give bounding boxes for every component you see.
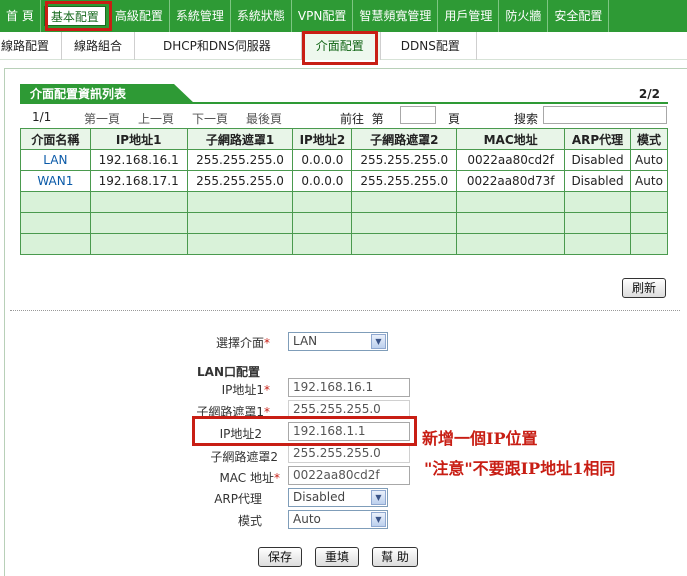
nav-advanced-config[interactable]: 高級配置 — [109, 0, 170, 32]
table-row-empty — [20, 191, 669, 213]
table-header: 介面配置資訊列表 2/2 — [20, 84, 668, 104]
select-interface-label: 選擇介面* — [215, 336, 270, 350]
top-nav: 首 頁 基本配置 高級配置 系統管理 系統狀態 VPN配置 智慧頻寬管理 用戶管… — [0, 0, 687, 32]
search-label: 搜索 — [514, 112, 539, 126]
subnav-line-group[interactable]: 線路組合 — [62, 32, 136, 60]
cell-mode: Auto — [629, 149, 669, 171]
mask1-input[interactable]: 255.255.255.0 — [288, 400, 410, 419]
subnav-ddns-config[interactable]: DDNS配置 — [381, 32, 477, 60]
cell-arp: Disabled — [564, 149, 631, 171]
mask2-label: 子網路遮罩2 — [210, 450, 278, 464]
mac-input[interactable]: 0022aa80cd2f — [288, 466, 410, 485]
subnav-dhcp-dns[interactable]: DHCP和DNS伺服器 — [135, 32, 302, 60]
annotation-warning: "注意"不要跟IP地址1相同 — [424, 459, 616, 478]
annotation-add-ip: 新增一個IP位置 — [422, 429, 538, 448]
col-mask1: 子網路遮罩1 — [186, 128, 294, 150]
search-input[interactable] — [543, 106, 667, 124]
nav-vpn-config[interactable]: VPN配置 — [292, 0, 354, 32]
nav-user-management[interactable]: 用戶管理 — [438, 0, 500, 32]
cell-ip2: 0.0.0.0 — [292, 149, 353, 171]
nav-basic-config[interactable]: 基本配置 — [43, 6, 106, 26]
col-mac: MAC地址 — [456, 128, 566, 150]
col-ip1: IP地址1 — [89, 128, 188, 150]
pager-next[interactable]: 下一頁 — [192, 110, 228, 127]
arp-label: ARP代理 — [214, 492, 262, 506]
col-ip2: IP地址2 — [292, 128, 353, 150]
chevron-down-icon: ▼ — [371, 490, 386, 505]
col-interface-name: 介面名稱 — [20, 128, 91, 150]
nav-firewall[interactable]: 防火牆 — [499, 0, 549, 32]
cell-interface-name[interactable]: WAN1 — [20, 170, 91, 192]
cell-interface-name[interactable]: LAN — [20, 149, 91, 171]
pager-goto-label: 前往 第 — [340, 112, 384, 126]
divider — [10, 310, 680, 311]
refresh-button[interactable]: 刷新 — [622, 278, 666, 298]
cell-mask1: 255.255.255.0 — [186, 170, 294, 192]
goto-page-input[interactable] — [400, 106, 436, 124]
table-row[interactable]: WAN1 192.168.17.1 255.255.255.0 0.0.0.0 … — [20, 170, 669, 192]
select-interface-dropdown[interactable]: LAN ▼ — [288, 332, 388, 351]
cell-mask1: 255.255.255.0 — [186, 149, 294, 171]
nav-system-management[interactable]: 系統管理 — [170, 0, 231, 32]
nav-system-status[interactable]: 系統狀態 — [231, 0, 292, 32]
pager: 1/1 第一頁 上一頁 下一頁 最後頁 前往 第 頁 搜索 — [20, 106, 668, 128]
nav-home[interactable]: 首 頁 — [0, 0, 41, 32]
mask1-label: 子網路遮罩1* — [196, 405, 270, 419]
save-button[interactable]: 保存 — [258, 547, 302, 567]
cell-mac: 0022aa80cd2f — [456, 149, 566, 171]
table-header-line — [20, 102, 668, 104]
pager-last[interactable]: 最後頁 — [246, 110, 282, 127]
mac-label: MAC 地址* — [219, 471, 280, 485]
subnav-interface-config[interactable]: 介面配置 — [301, 32, 381, 60]
ip1-input[interactable]: 192.168.16.1 — [288, 378, 410, 397]
ip2-label: IP地址2 — [219, 427, 262, 441]
cell-arp: Disabled — [564, 170, 631, 192]
table-row[interactable]: LAN 192.168.16.1 255.255.255.0 0.0.0.0 2… — [20, 149, 669, 171]
interface-table: 介面名稱 IP地址1 子網路遮罩1 IP地址2 子網路遮罩2 MAC地址 ARP… — [20, 128, 669, 255]
cell-mask2: 255.255.255.0 — [351, 170, 458, 192]
help-button[interactable]: 幫 助 — [372, 547, 418, 567]
col-arp: ARP代理 — [564, 128, 631, 150]
subnav-line-config[interactable]: 線路配置 — [0, 32, 63, 60]
pager-prev[interactable]: 上一頁 — [138, 110, 174, 127]
lan-config-section-title: LAN口配置 — [197, 365, 260, 379]
table-row-empty — [20, 233, 669, 255]
table-header-row: 介面名稱 IP地址1 子網路遮罩1 IP地址2 子網路遮罩2 MAC地址 ARP… — [20, 128, 669, 150]
pager-current: 1/1 — [32, 110, 52, 124]
table-row-empty — [20, 212, 669, 234]
arp-dropdown[interactable]: Disabled ▼ — [288, 488, 388, 507]
cell-ip2: 0.0.0.0 — [292, 170, 353, 192]
table-page-info: 2/2 — [638, 87, 660, 101]
cell-ip1: 192.168.16.1 — [89, 149, 188, 171]
mask2-input[interactable]: 255.255.255.0 — [288, 444, 410, 463]
mode-label: 模式 — [237, 514, 262, 528]
nav-security-config[interactable]: 安全配置 — [548, 0, 610, 32]
cell-mode: Auto — [629, 170, 669, 192]
cell-mac: 0022aa80d73f — [456, 170, 566, 192]
chevron-down-icon: ▼ — [371, 512, 386, 527]
cell-ip1: 192.168.17.1 — [89, 170, 188, 192]
pager-page-unit: 頁 — [448, 112, 461, 126]
pager-first[interactable]: 第一頁 — [84, 110, 120, 127]
table-title: 介面配置資訊列表 — [20, 84, 195, 104]
mode-dropdown[interactable]: Auto ▼ — [288, 510, 388, 529]
reset-button[interactable]: 重填 — [315, 547, 359, 567]
chevron-down-icon: ▼ — [371, 334, 386, 349]
col-mask2: 子網路遮罩2 — [351, 128, 458, 150]
cell-mask2: 255.255.255.0 — [351, 149, 458, 171]
sub-nav: 線路配置 線路組合 DHCP和DNS伺服器 介面配置 DDNS配置 — [0, 32, 687, 60]
nav-bandwidth-management[interactable]: 智慧頻寬管理 — [353, 0, 439, 32]
ip1-label: IP地址1* — [221, 383, 270, 397]
col-mode: 模式 — [629, 128, 669, 150]
ip2-input[interactable]: 192.168.1.1 — [288, 422, 410, 441]
